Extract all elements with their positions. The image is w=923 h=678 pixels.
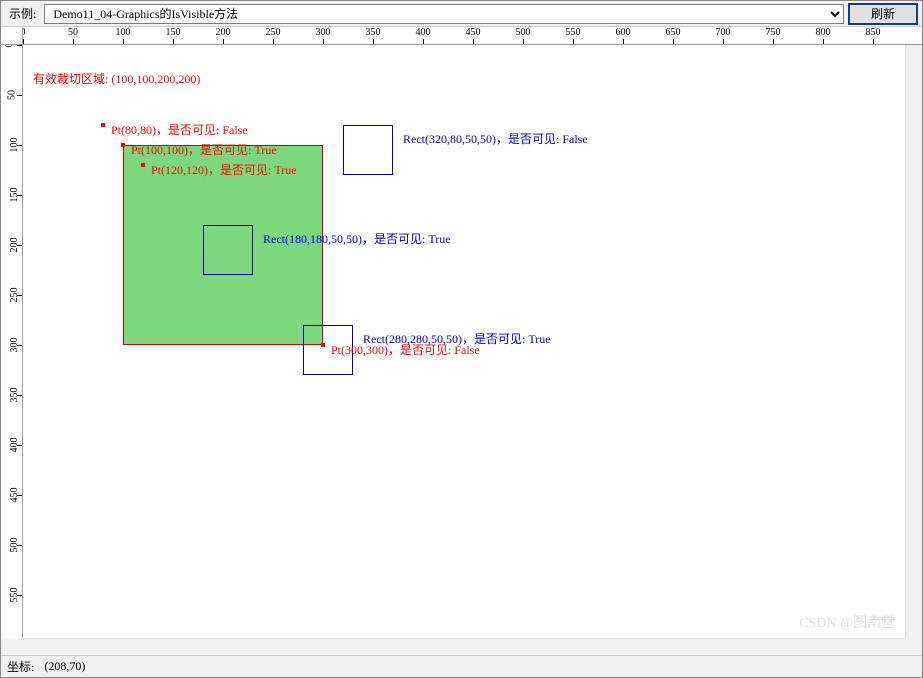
drawing-canvas[interactable]: CSDN @图南堂 有效裁切区域: (100,100,200,200) Rect(… (23, 45, 905, 638)
h-ruler-tick: 50 (68, 27, 78, 38)
test-point (321, 343, 325, 347)
demo-select[interactable]: Demo11_04-Graphics的IsVisible方法 (44, 4, 844, 24)
h-ruler-tick: 750 (766, 27, 781, 38)
point-label: Pt(100,100)，是否可见: True (131, 141, 277, 158)
statusbar: 坐标: (208,70) (1, 655, 922, 677)
h-ruler-tick: 650 (666, 27, 681, 38)
scroll-corner-left (1, 638, 23, 655)
h-ruler-tick: 500 (516, 27, 531, 38)
horizontal-ruler: 0 50 100 150 200 250 300 350 400 450 500 550 600 650 7… (23, 27, 905, 45)
point-label: Pt(120,120)，是否可见: True (151, 161, 297, 178)
point-label: Pt(80,80)，是否可见: False (111, 121, 248, 138)
vertical-ruler: 050100150200250300350400450500550 (1, 45, 23, 638)
ruler-corner (1, 27, 23, 45)
h-ruler-tick: 200 (216, 27, 231, 38)
vertical-scrollbar[interactable] (905, 45, 922, 638)
test-point (141, 163, 145, 167)
h-ruler-tick: 850 (866, 27, 881, 38)
v-ruler-tick: 50 (7, 90, 18, 100)
app-window: 示例: Demo11_04-Graphics的IsVisible方法 刷新 0 5… (0, 0, 923, 678)
ruler-row: 0 50 100 150 200 250 300 350 400 450 500 550 600 650 7… (1, 27, 922, 45)
scroll-corner-right (905, 638, 922, 655)
test-rect (343, 125, 393, 175)
h-ruler-tick: 0 (23, 27, 26, 38)
demo-label: 示例: (5, 5, 40, 22)
h-ruler-tick: 700 (716, 27, 731, 38)
clip-region-label: 有效裁切区域: (100,100,200,200) (33, 70, 200, 87)
refresh-button[interactable]: 刷新 (848, 3, 918, 25)
h-ruler-tick: 400 (416, 27, 431, 38)
h-ruler-tick: 150 (166, 27, 181, 38)
h-scroll-row (1, 638, 922, 655)
v-ruler-tick: 0 (4, 45, 15, 48)
h-ruler-tick: 450 (466, 27, 481, 38)
ruler-corner-right (905, 27, 922, 45)
h-ruler-tick: 250 (266, 27, 281, 38)
h-ruler-tick: 350 (366, 27, 381, 38)
point-label: Pt(300,300)，是否可见: False (331, 341, 480, 358)
watermark: CSDN @图南堂 (799, 612, 895, 632)
test-point (121, 143, 125, 147)
horizontal-scrollbar[interactable] (23, 638, 905, 655)
toolbar: 示例: Demo11_04-Graphics的IsVisible方法 刷新 (1, 1, 922, 27)
test-point (101, 123, 105, 127)
h-ruler-tick: 800 (816, 27, 831, 38)
h-ruler-tick: 550 (566, 27, 581, 38)
coord-label: 坐标: (7, 658, 34, 675)
main-row: 050100150200250300350400450500550 CSDN @… (1, 45, 922, 638)
coord-value: (208,70) (44, 659, 85, 674)
h-ruler-tick: 300 (316, 27, 331, 38)
test-rect (203, 225, 253, 275)
h-ruler-tick: 600 (616, 27, 631, 38)
rect-label: Rect(320,80,50,50)，是否可见: False (403, 130, 588, 147)
h-ruler-tick: 100 (116, 27, 131, 38)
rect-label: Rect(180,180,50,50)，是否可见: True (263, 230, 451, 247)
